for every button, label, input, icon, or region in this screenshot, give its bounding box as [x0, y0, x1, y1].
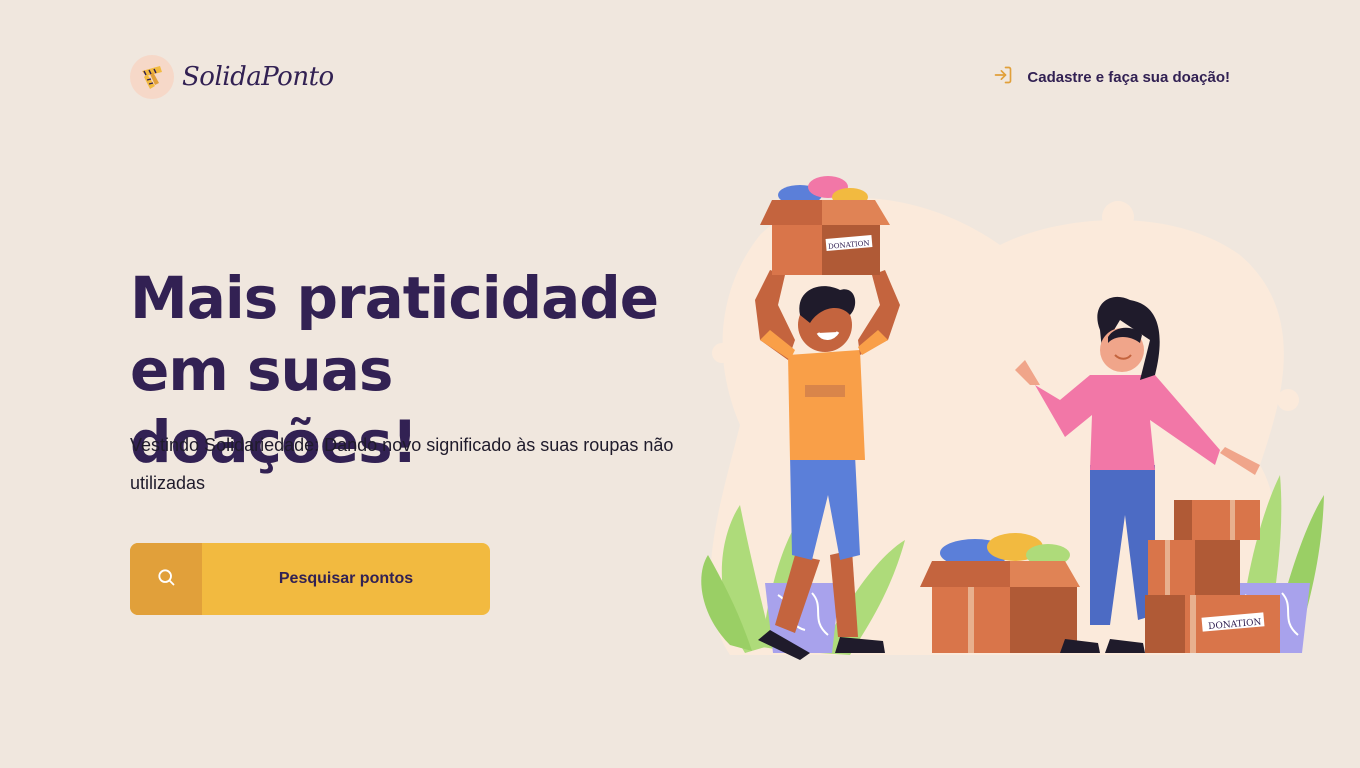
donation-illustration: DONATION DONATION [701, 176, 1324, 660]
scarf-icon [130, 55, 174, 99]
logo-text: SolidaPonto [182, 62, 334, 92]
hero-title-line-1: Mais praticidade [130, 264, 659, 332]
donation-box-top: DONATION [760, 176, 890, 275]
sign-in-icon [993, 65, 1013, 89]
search-icon-box [130, 543, 202, 615]
site-header: SolidaPonto Cadastre e faça sua doação! [130, 52, 1230, 102]
logo[interactable]: SolidaPonto [130, 55, 334, 99]
donation-box-middle [920, 533, 1080, 653]
decor-bubble [1277, 389, 1299, 411]
hero-subtitle: Vestindo Solidariedade: Dando novo signi… [130, 435, 674, 493]
search-icon [156, 567, 176, 592]
search-points-button[interactable]: Pesquisar pontos [130, 543, 490, 615]
register-link[interactable]: Cadastre e faça sua doação! [993, 65, 1230, 89]
register-link-label: Cadastre e faça sua doação! [1027, 68, 1230, 86]
search-points-label: Pesquisar pontos [278, 570, 414, 587]
decor-bubble [1102, 201, 1134, 233]
decor-bubble [712, 343, 732, 363]
